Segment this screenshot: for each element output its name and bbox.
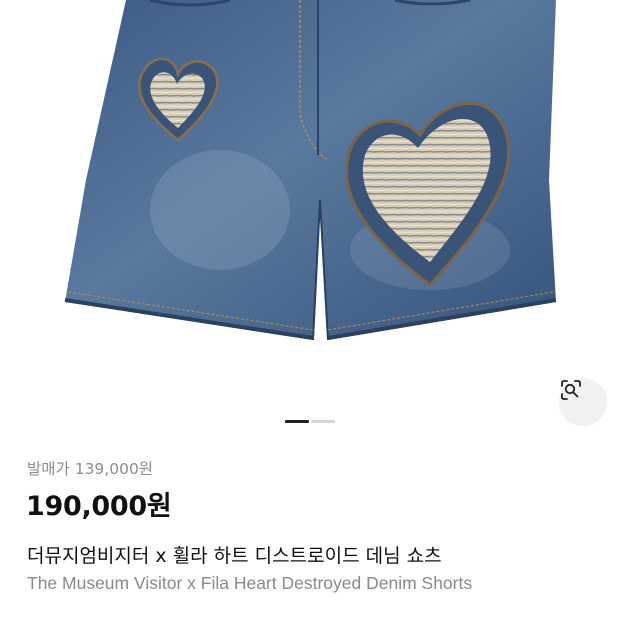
image-pager (0, 420, 620, 424)
product-title-korean: 더뮤지엄비지터 x 휠라 하트 디스트로이드 데님 쇼츠 (27, 545, 442, 567)
product-title-english: The Museum Visitor x Fila Heart Destroye… (27, 573, 473, 593)
current-price: 190,000원 (26, 491, 172, 522)
pager-dot-1[interactable] (285, 420, 309, 423)
visual-search-button[interactable] (559, 378, 607, 426)
product-image[interactable] (0, 0, 620, 426)
visual-search-icon (561, 380, 581, 400)
pager-dot-2[interactable] (311, 420, 335, 423)
release-price: 발매가 139,000원 (27, 460, 154, 478)
denim-shorts-illustration (64, 0, 557, 341)
